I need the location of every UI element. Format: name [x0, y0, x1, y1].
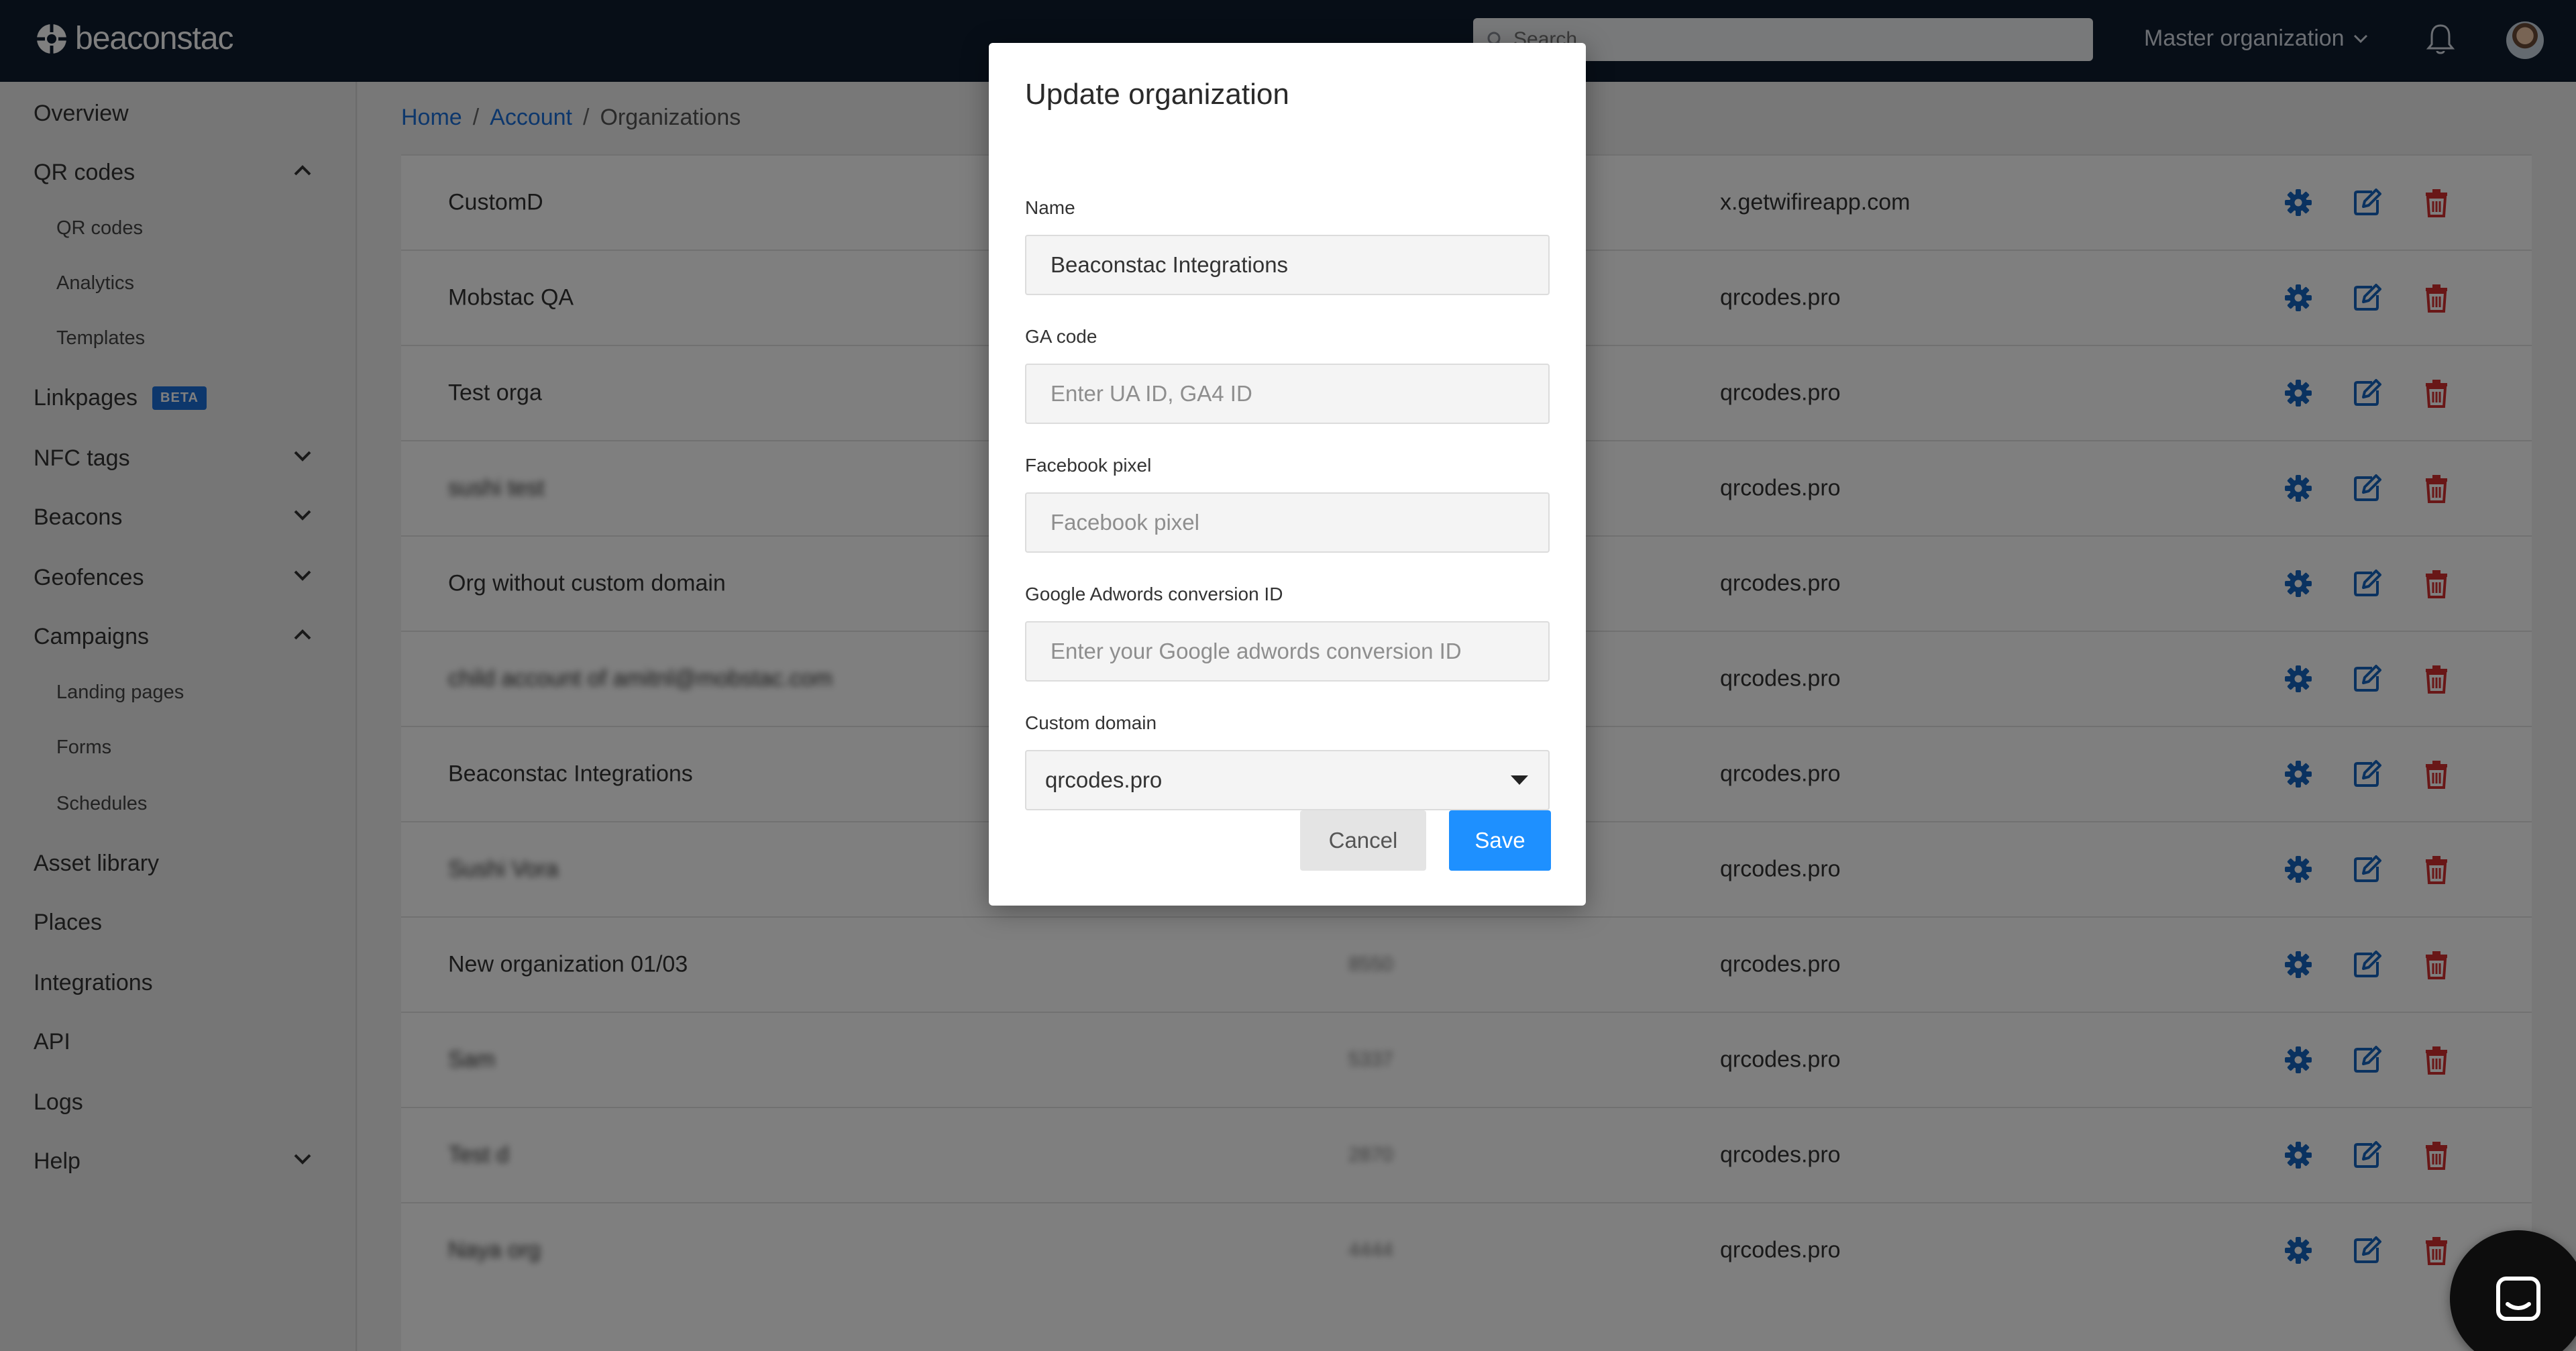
chat-icon — [2496, 1277, 2540, 1321]
adwords-id-label: Google Adwords conversion ID — [1025, 584, 1283, 604]
caret-down-icon — [1511, 775, 1528, 785]
chat-launcher-circle — [2450, 1230, 2576, 1351]
name-label: Name — [1025, 197, 1075, 218]
adwords-id-field[interactable] — [1025, 621, 1550, 682]
save-button[interactable]: Save — [1449, 810, 1551, 871]
facebook-pixel-field[interactable] — [1025, 492, 1550, 553]
update-organization-modal: Update organization Name GA code Faceboo… — [989, 43, 1586, 906]
custom-domain-select[interactable]: qrcodes.pro — [1025, 750, 1550, 810]
custom-domain-value: qrcodes.pro — [1045, 767, 1163, 792]
cancel-button[interactable]: Cancel — [1300, 810, 1426, 871]
ga-code-field[interactable] — [1025, 364, 1550, 424]
custom-domain-label: Custom domain — [1025, 712, 1157, 733]
name-field[interactable] — [1025, 235, 1550, 295]
modal-title: Update organization — [1025, 78, 1289, 111]
facebook-pixel-label: Facebook pixel — [1025, 455, 1152, 476]
ga-code-label: GA code — [1025, 326, 1097, 347]
chat-launcher[interactable] — [2450, 1230, 2576, 1351]
